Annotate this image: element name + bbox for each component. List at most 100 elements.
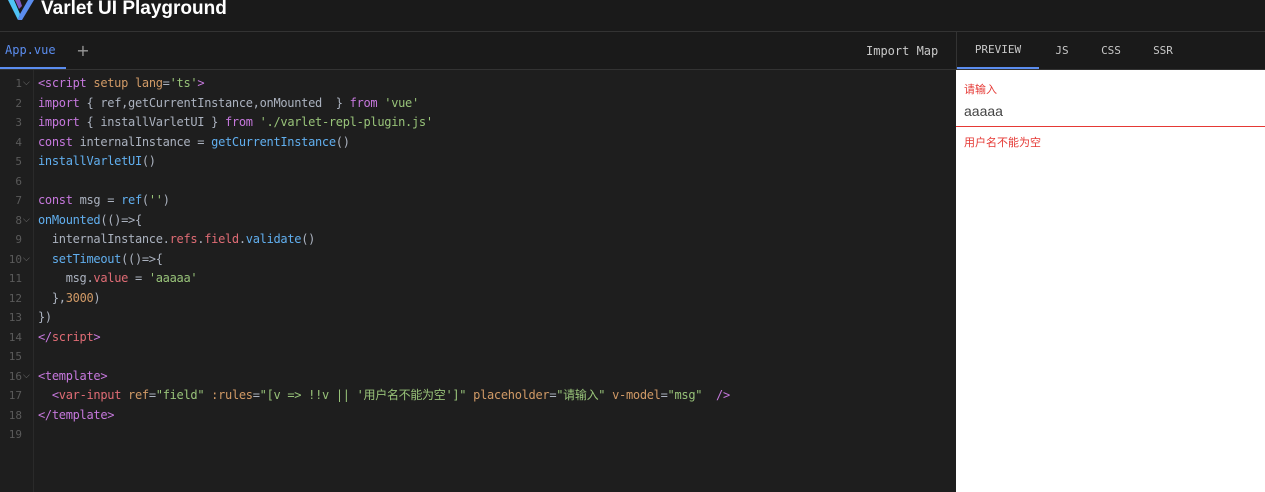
code-token: ''	[148, 193, 163, 207]
import-map-button[interactable]: Import Map	[866, 32, 938, 69]
code-token: placeholder	[473, 388, 550, 402]
code-line: })	[38, 308, 52, 328]
code-token: (()=>{	[100, 212, 142, 227]
code-token: 3000	[65, 290, 94, 305]
code-line: <template>	[38, 367, 108, 387]
code-token: validate	[245, 232, 302, 246]
code-token: setTimeout	[51, 251, 122, 266]
tab-ssr[interactable]: SSR	[1145, 32, 1181, 69]
code-token: >	[197, 76, 205, 90]
app-header: Varlet UI Playground	[0, 0, 1265, 32]
code-line: </script>	[38, 328, 101, 348]
code-token: =	[252, 388, 260, 402]
code-token: from	[349, 95, 385, 110]
varlet-logo-icon	[8, 0, 34, 20]
code-token: setup	[93, 76, 135, 90]
code-line: onMounted(()=>{	[38, 211, 142, 231]
code-line: setTimeout(()=>{	[38, 250, 163, 270]
input-label: 请输入	[964, 84, 997, 96]
fold-chevron-icon[interactable]: ⌵	[23, 250, 33, 270]
tab-preview[interactable]: PREVIEW	[957, 32, 1039, 69]
code-line: internalInstance.refs.field.validate()	[38, 230, 316, 250]
code-token: </template>	[38, 407, 115, 422]
code-line: msg.value = 'aaaaa'	[38, 269, 198, 289]
editor-tab-bar: App.vue + Import Map	[0, 32, 956, 70]
code-token: )	[162, 193, 170, 207]
code-line: <script setup lang='ts'>	[38, 74, 205, 94]
fold-chevron-icon[interactable]: ⌵	[23, 74, 33, 94]
line-number: 12	[8, 291, 22, 305]
tab-css[interactable]: CSS	[1093, 32, 1129, 69]
line-number: 9	[15, 233, 22, 246]
line-number: 7	[15, 194, 22, 207]
code-token: ()	[141, 154, 156, 168]
code-token: .	[238, 232, 246, 246]
code-line: const internalInstance = getCurrentInsta…	[38, 133, 350, 153]
code-line: const msg = ref('')	[38, 191, 170, 211]
line-number: 13	[8, 311, 22, 324]
code-token: const	[38, 193, 80, 207]
code-token: "请输入"	[556, 388, 613, 402]
code-token: "field"	[155, 388, 212, 402]
code-token: (()=>{	[121, 251, 163, 266]
file-tab-app-vue[interactable]: App.vue	[0, 32, 66, 69]
tab-js[interactable]: JS	[1045, 32, 1079, 69]
code-line: import { ref,getCurrentInstance,onMounte…	[38, 94, 419, 114]
line-number: 16	[8, 369, 22, 383]
code-token: />	[716, 388, 730, 402]
code-token: ref	[121, 193, 142, 207]
fold-chevron-icon[interactable]: ⌵	[23, 367, 33, 387]
line-number: 8	[15, 213, 22, 227]
code-line: installVarletUI()	[38, 152, 156, 172]
line-number: 6	[15, 174, 22, 188]
code-token: installVarletUI	[38, 154, 142, 168]
code-token: 'vue'	[384, 95, 419, 110]
code-token: installVarletUI	[100, 115, 212, 129]
code-token: =	[162, 76, 170, 90]
code-token: onMounted	[38, 212, 101, 227]
code-token: {	[86, 115, 101, 129]
code-token: msg	[65, 271, 87, 285]
code-token: .	[162, 232, 170, 246]
output-tab-bar: PREVIEW JS CSS SSR	[956, 32, 1265, 70]
code-token: script	[51, 329, 94, 344]
code-token: =	[148, 388, 156, 402]
code-token: <script	[38, 76, 94, 90]
code-token: =	[128, 271, 149, 285]
code-token: :rules	[211, 388, 253, 402]
fold-chevron-icon[interactable]: ⌵	[23, 211, 33, 231]
username-input[interactable]: aaaaa	[964, 103, 1003, 119]
input-underline	[956, 126, 1265, 127]
code-token: >	[93, 329, 101, 344]
line-number: 2	[15, 96, 22, 110]
code-line: <var-input ref="field" :rules="[v => !!v…	[38, 386, 730, 406]
add-file-button[interactable]: +	[74, 32, 92, 69]
code-token: <	[51, 388, 59, 402]
code-token: from	[225, 115, 260, 129]
code-token: const	[38, 134, 80, 149]
code-token: refs	[169, 232, 198, 246]
preview-panel: 请输入 aaaaa 用户名不能为空	[956, 70, 1265, 492]
code-token: )	[93, 290, 101, 305]
code-token: import	[38, 115, 87, 129]
code-token: value	[93, 271, 129, 285]
code-token: internalInstance	[51, 232, 163, 246]
code-line: </template>	[38, 406, 114, 426]
line-number: 18	[8, 408, 22, 422]
line-number: 11	[8, 272, 22, 285]
code-token: =	[660, 388, 668, 402]
code-token: import	[38, 95, 87, 110]
code-token: ()	[335, 134, 350, 149]
code-token: ref,getCurrentInstance,onMounted	[100, 95, 336, 110]
code-token: })	[38, 310, 52, 324]
code-editor[interactable]: 1 ⌵ 2 3 4 5 6 7 8 ⌵ 9 10 ⌵ 11 12 13 14 15 16 ⌵ 17 18 19 <scrip…	[0, 70, 956, 492]
code-token: }	[335, 95, 350, 110]
code-token: },	[51, 290, 66, 305]
line-number: 1	[15, 77, 22, 90]
line-number: 10	[8, 252, 22, 266]
code-token: "[v => !!v || '用户名不能为空']"	[259, 388, 474, 402]
